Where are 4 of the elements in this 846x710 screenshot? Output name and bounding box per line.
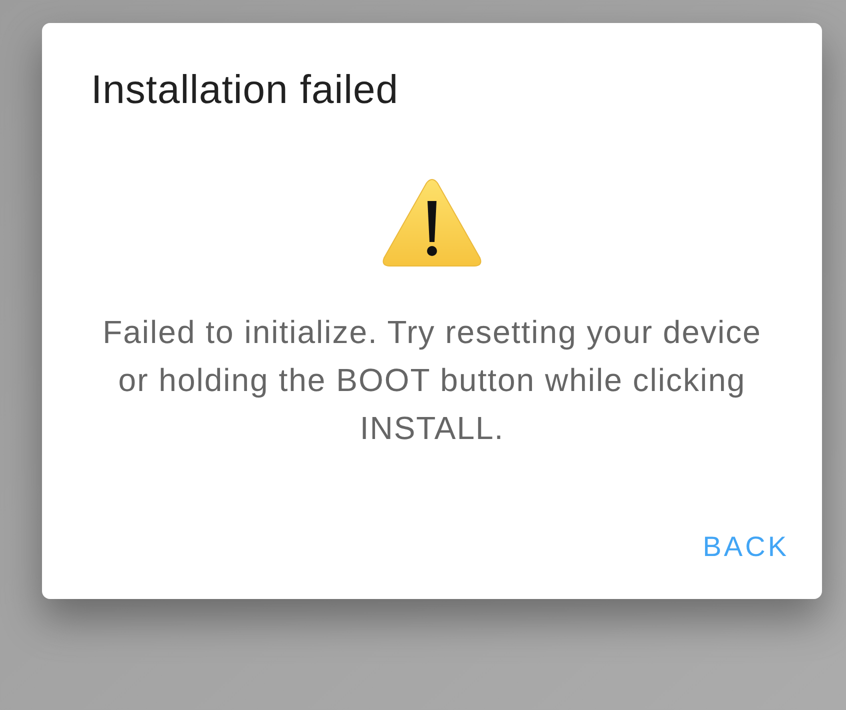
dialog-message: Failed to initialize. Try resetting your device or holding the BOOT button while clicking INSTALL.	[102, 313, 762, 448]
warning-icon	[382, 179, 482, 267]
back-button[interactable]: BACK	[686, 511, 805, 583]
dialog-title: Installation failed	[91, 67, 398, 114]
